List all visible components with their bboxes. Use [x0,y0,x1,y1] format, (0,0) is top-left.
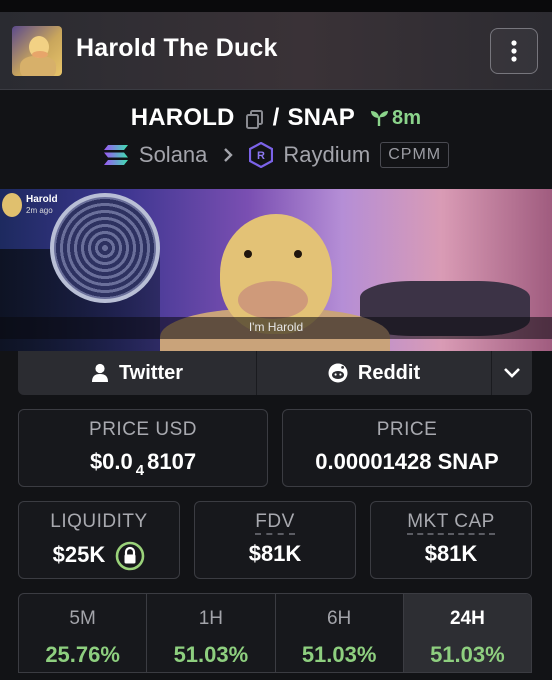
tab-5m-label: 5M [69,608,96,629]
quote-symbol: SNAP [287,104,355,131]
banner-caption: I'm Harold [248,320,304,334]
pair-age-value: 8m [391,106,422,129]
price-usd-value: $0.0 4 8107 [19,449,267,479]
tab-1h-label: 1H [198,608,224,629]
token-title: Harold The Duck [76,34,278,62]
mkt-cap-label[interactable]: MKT CAP [407,511,495,535]
tab-6h-value: 51.03% [301,642,377,667]
chain-name[interactable]: Solana [139,142,208,168]
fdv-label[interactable]: FDV [255,511,295,535]
poster-time: 2m ago [26,206,53,215]
token-banner-image: Harold 2m ago I'm Harold [0,189,552,351]
price-native-value: 0.00001428 SNAP [315,449,499,474]
seedling-icon [370,111,388,126]
price-change-tabs: 5M 25.76% 1H 51.03% 6H 51.03% 24H 51.03% [18,593,532,673]
pair-separator: / [272,104,280,131]
token-header: Harold The Duck [0,12,552,90]
price-usd-card: PRICE USD $0.0 4 8107 [18,409,268,487]
reddit-button[interactable]: Reddit [257,351,492,395]
pair-age: 8m [369,107,421,130]
liquidity-label: LIQUIDITY [50,511,148,532]
pair-row: HAROLD / SNAP 8m [0,104,552,132]
poster-name: Harold [26,194,58,205]
social-links: Twitter Reddit [18,351,532,395]
tab-5m-value: 25.76% [45,642,120,667]
chevron-down-icon [504,368,520,378]
user-icon [91,363,108,382]
price-native-card: PRICE 0.00001428 SNAP [282,409,532,487]
base-symbol: HAROLD [130,104,235,131]
more-socials-button[interactable] [492,351,532,395]
liquidity-value-row: $25K [19,541,179,571]
tab-6h[interactable]: 6H 51.03% [276,594,404,672]
tab-1h-value: 51.03% [173,642,249,667]
tab-24h-label: 24H [449,608,485,629]
top-strip [0,0,552,12]
solana-icon [103,145,128,165]
pool-type-badge: CPMM [380,142,450,168]
price-usd-digits: 8107 [147,449,197,474]
raydium-icon: R [249,142,274,168]
liquidity-card: LIQUIDITY $25K [18,501,180,579]
mkt-cap-value: $81K [424,541,478,566]
price-usd-label: PRICE USD [89,419,197,440]
copy-icon[interactable] [245,108,265,129]
kebab-menu-icon [511,40,517,62]
fan-graphic [50,193,160,303]
poster-avatar [2,193,22,217]
liquidity-value: $25K [52,541,106,567]
twitter-label: Twitter [118,361,184,384]
price-native-label: PRICE [376,419,438,440]
dex-name[interactable]: Raydium [283,142,370,168]
tab-24h[interactable]: 24H 51.03% [403,594,531,672]
tab-24h-value: 51.03% [430,642,505,667]
tab-5m[interactable]: 5M 25.76% [19,594,148,672]
chevron-right-icon [224,148,234,162]
chain-row: Solana R Raydium CPMM [0,142,552,168]
twitter-button[interactable]: Twitter [18,351,257,395]
mkt-cap-card: MKT CAP $81K [370,501,532,579]
price-usd-zero-count: 4 [135,462,145,479]
fdv-value: $81K [248,541,302,566]
lock-icon[interactable] [115,541,145,571]
price-usd-prefix: $0.0 [89,449,133,474]
fdv-card: FDV $81K [194,501,356,579]
reddit-icon [328,363,348,383]
tab-6h-label: 6H [326,608,352,629]
tab-1h[interactable]: 1H 51.03% [147,594,276,672]
reddit-label: Reddit [357,361,421,384]
more-options-button[interactable] [490,28,538,74]
svg-text:R: R [257,150,265,162]
token-avatar [12,26,62,76]
